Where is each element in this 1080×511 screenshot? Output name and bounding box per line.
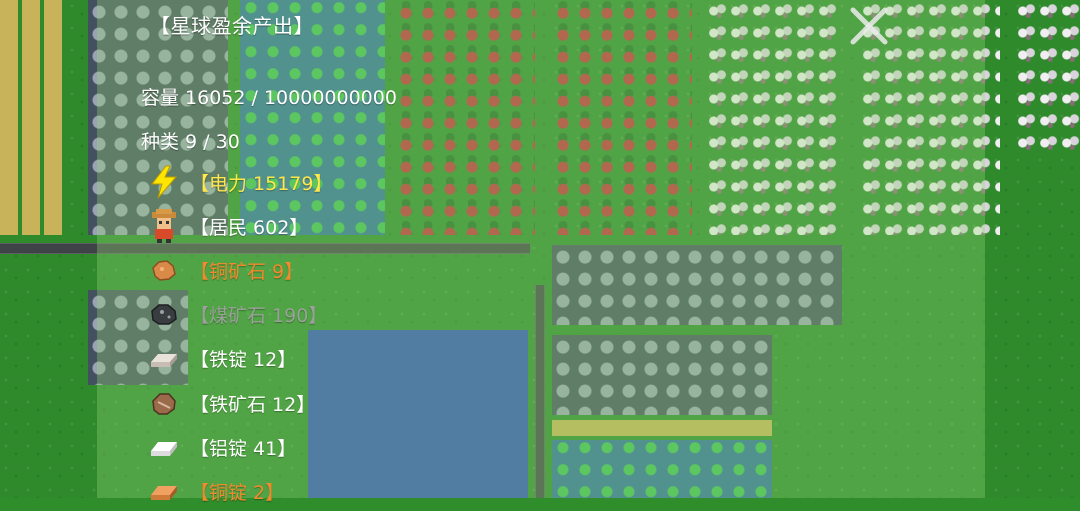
resource-row-power: 【电力 15179】: [146, 162, 332, 202]
resource-row-coal-ore: 【煤矿石 190】: [146, 294, 327, 334]
lightning-icon: [146, 164, 182, 200]
coal-ore-icon: [146, 296, 182, 332]
resource-label: 【铁锭 12】: [190, 348, 297, 371]
close-icon: [850, 7, 888, 45]
copper-ingot-icon: [146, 473, 182, 509]
cotton-farm-3: [1015, 0, 1080, 150]
copper-ore-icon: [146, 252, 182, 288]
resource-label: 【电力 15179】: [190, 172, 333, 195]
aluminum-ingot-icon: [146, 429, 182, 465]
resource-label: 【铜锭 2】: [190, 481, 285, 504]
resource-row-copper-ingot: 【铜锭 2】: [146, 471, 284, 511]
resource-label: 【铝锭 41】: [190, 437, 297, 460]
resource-row-iron-ingot: 【铁锭 12】: [146, 338, 296, 378]
resource-row-aluminum-ingot: 【铝锭 41】: [146, 427, 296, 467]
hay-field-left: [0, 0, 62, 235]
resource-row-copper-ore: 【铜矿石 9】: [146, 250, 303, 290]
resource-label: 【煤矿石 190】: [190, 304, 328, 327]
resource-label: 【居民 602】: [190, 216, 309, 239]
panel-title: 【星球盈余产出】: [150, 14, 314, 38]
resource-label: 【铁矿石 12】: [190, 393, 316, 416]
types-text: 种类 9 / 30: [141, 131, 240, 153]
capacity-text: 容量 16052 / 10000000000: [141, 87, 397, 109]
resource-row-iron-ore: 【铁矿石 12】: [146, 383, 315, 423]
resident-icon: [146, 208, 182, 244]
resource-label: 【铜矿石 9】: [190, 260, 304, 283]
resource-row-residents: 【居民 602】: [146, 206, 308, 246]
surplus-output-panel: [97, 0, 985, 498]
iron-ingot-icon: [146, 340, 182, 376]
iron-ore-icon: [146, 385, 182, 421]
close-button[interactable]: [847, 4, 891, 48]
